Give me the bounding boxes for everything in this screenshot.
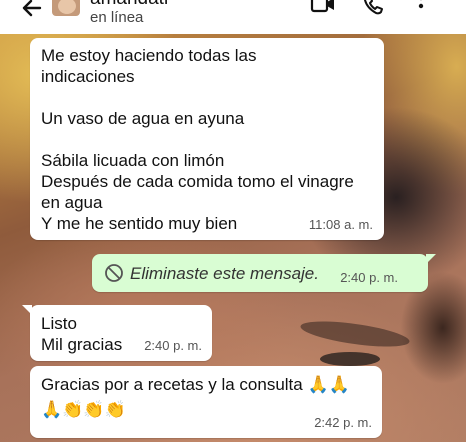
message-text: Gracias por a recetas y la consulta 🙏🙏	[41, 374, 350, 395]
deleted-message-icon	[105, 264, 123, 282]
video-call-icon[interactable]	[310, 0, 336, 16]
message-text: Listo	[41, 314, 77, 333]
message-text: Después de cada comida tomo el vinagre	[41, 172, 354, 191]
message-timestamp: 2:40 p. m.	[340, 270, 398, 285]
bubble-tail	[22, 305, 32, 315]
message-text-body: Gracias por a recetas y la consulta	[41, 375, 303, 394]
message-text: en agua	[41, 193, 103, 212]
avatar[interactable]	[50, 0, 82, 18]
deleted-message-text: Eliminaste este mensaje.	[130, 264, 319, 283]
back-arrow-icon[interactable]	[18, 0, 46, 22]
presence-status: en línea	[90, 9, 144, 26]
message-text	[41, 87, 354, 108]
wallpaper-detail	[320, 352, 380, 366]
message-text: Sábila licuada con limón	[41, 151, 225, 170]
message-text: indicaciones	[41, 67, 135, 86]
message-timestamp: 11:08 a. m.	[308, 217, 373, 232]
message-text: Me estoy haciendo todas las	[41, 46, 257, 65]
more-options-icon[interactable]	[414, 0, 428, 18]
message-text: Mil gracias	[41, 335, 123, 354]
message-text	[41, 129, 354, 150]
message-incoming[interactable]: Me estoy haciendo todas las indicaciones…	[30, 38, 384, 240]
message-timestamp: 2:42 p. m.	[314, 415, 372, 430]
message-incoming[interactable]: Listo Mil gracias 2:40 p. m.	[22, 305, 212, 361]
chat-header: amandati en línea	[0, 0, 466, 34]
message-outgoing-deleted[interactable]: Eliminaste este mensaje. 2:40 p. m.	[92, 254, 436, 292]
message-timestamp: 2:40 p. m.	[144, 338, 202, 353]
folded-hands-emoji: 🙏🙏	[307, 375, 350, 394]
emoji-line: 🙏👏👏👏	[41, 400, 126, 419]
phone-icon[interactable]	[362, 0, 386, 16]
wallpaper-detail	[299, 316, 411, 352]
message-incoming[interactable]: Gracias por a recetas y la consulta 🙏🙏 🙏…	[30, 366, 382, 438]
bubble-tail	[426, 254, 436, 264]
message-text: Y me he sentido muy bien	[41, 214, 238, 233]
message-text: Un vaso de agua en ayuna	[41, 109, 245, 128]
